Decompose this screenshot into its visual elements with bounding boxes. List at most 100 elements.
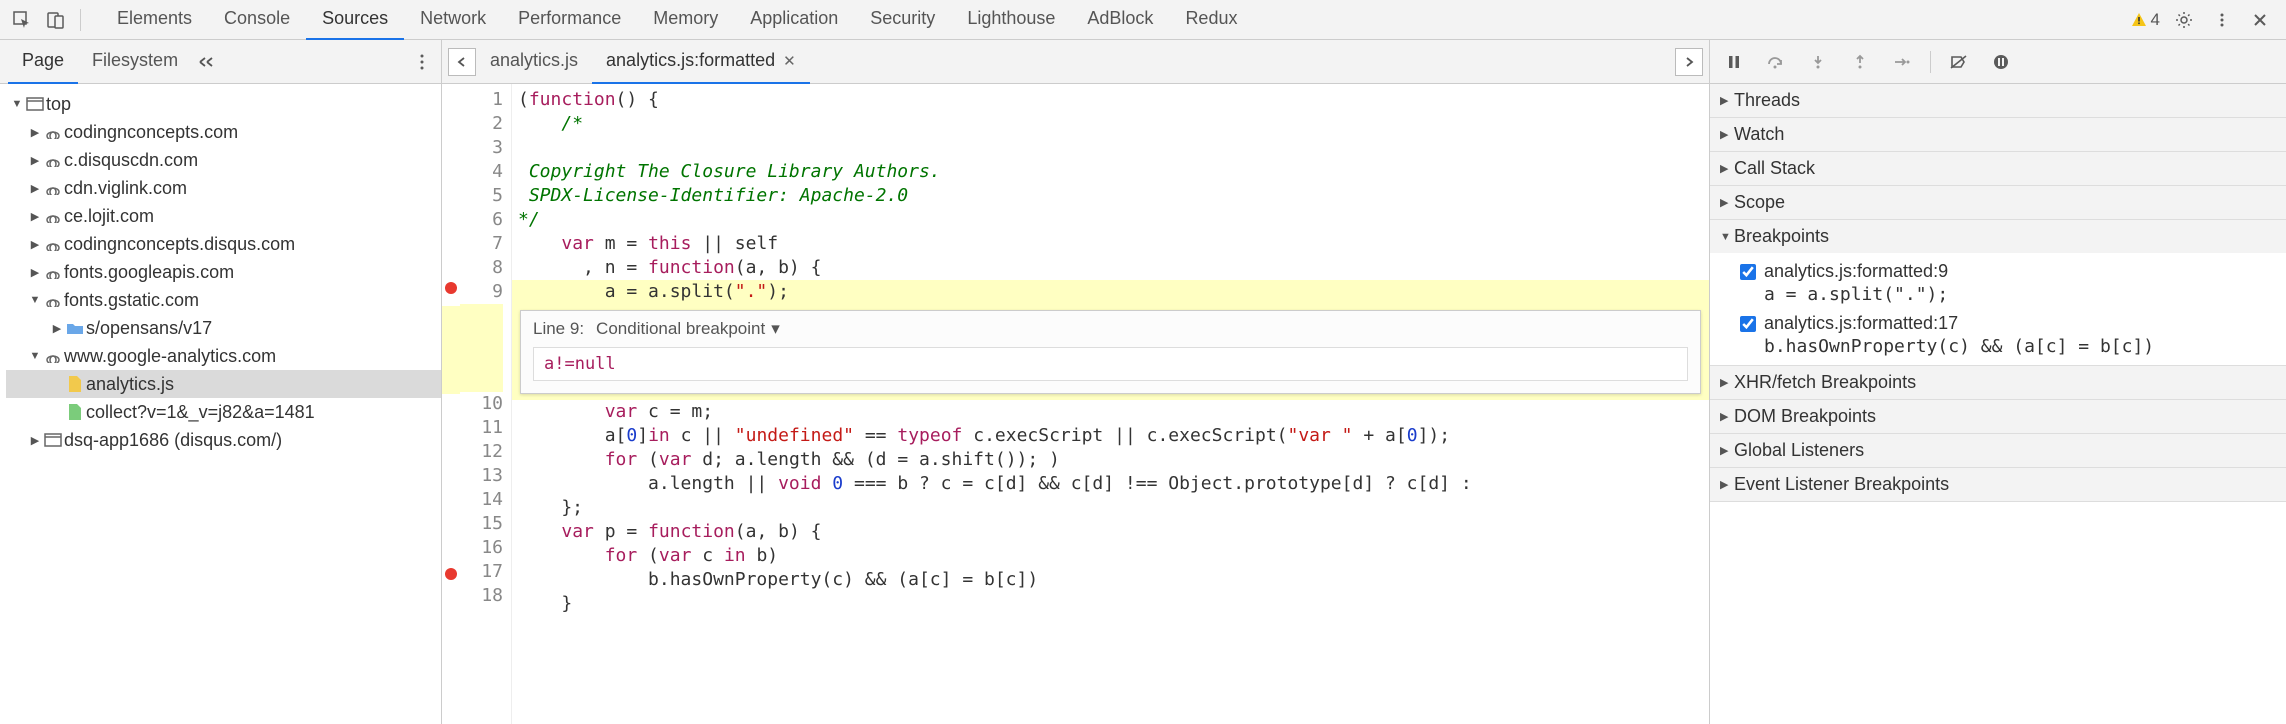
line-number[interactable]: 6	[460, 208, 503, 232]
pause-on-exceptions-icon[interactable]	[1987, 48, 2015, 76]
kebab-menu-icon[interactable]	[2208, 6, 2236, 34]
code-line[interactable]: a = a.split(".");	[512, 280, 1709, 304]
tab-network[interactable]: Network	[404, 0, 502, 40]
tab-lighthouse[interactable]: Lighthouse	[951, 0, 1071, 40]
section-header[interactable]: ▶Watch	[1710, 118, 2286, 151]
file-tab[interactable]: analytics.js:formatted✕	[592, 40, 810, 84]
tree-item[interactable]: analytics.js	[6, 370, 441, 398]
tree-item[interactable]: ▶fonts.googleapis.com	[6, 258, 441, 286]
section-header[interactable]: ▶Event Listener Breakpoints	[1710, 468, 2286, 501]
file-tree[interactable]: ▼top▶codingnconcepts.com▶c.disquscdn.com…	[0, 84, 441, 724]
inspect-element-icon[interactable]	[8, 6, 36, 34]
tab-sources[interactable]: Sources	[306, 0, 404, 40]
line-number[interactable]: 7	[460, 232, 503, 256]
breakpoint-checkbox[interactable]	[1740, 316, 1756, 332]
tab-performance[interactable]: Performance	[502, 0, 637, 40]
nav-forward-icon[interactable]	[1675, 48, 1703, 76]
section-header[interactable]: ▶DOM Breakpoints	[1710, 400, 2286, 433]
line-number[interactable]: 10	[460, 392, 503, 416]
line-number[interactable]: 5	[460, 184, 503, 208]
tab-elements[interactable]: Elements	[101, 0, 208, 40]
tree-item[interactable]: ▶codingnconcepts.com	[6, 118, 441, 146]
breakpoint-item[interactable]: analytics.js:formatted:9a = a.split(".")…	[1710, 257, 2286, 309]
code-line[interactable]: */	[512, 208, 1709, 232]
tree-item[interactable]: ▶ce.lojit.com	[6, 202, 441, 230]
section-header[interactable]: ▶Scope	[1710, 186, 2286, 219]
code-line[interactable]: /*	[512, 112, 1709, 136]
code-line[interactable]: a.length || void 0 === b ? c = c[d] && c…	[512, 472, 1709, 496]
step-out-icon[interactable]	[1846, 48, 1874, 76]
code-line[interactable]	[512, 136, 1709, 160]
file-tab[interactable]: analytics.js	[476, 40, 592, 84]
close-icon[interactable]: ✕	[783, 52, 796, 70]
code-line[interactable]: for (var d; a.length && (d = a.shift());…	[512, 448, 1709, 472]
line-number[interactable]: 14	[460, 488, 503, 512]
tab-application[interactable]: Application	[734, 0, 854, 40]
breakpoint-type-dropdown[interactable]: Conditional breakpoint▾	[596, 319, 780, 339]
line-number[interactable]: 9	[460, 280, 503, 304]
tree-item[interactable]: ▼top	[6, 90, 441, 118]
code-line[interactable]: var c = m;	[512, 400, 1709, 424]
tree-item[interactable]: ▶dsq-app1686 (disqus.com/)	[6, 426, 441, 454]
step-into-icon[interactable]	[1804, 48, 1832, 76]
section-header[interactable]: ▶XHR/fetch Breakpoints	[1710, 366, 2286, 399]
code-line[interactable]: for (var c in b)	[512, 544, 1709, 568]
code-line[interactable]: var p = function(a, b) {	[512, 520, 1709, 544]
tree-item[interactable]: ▶s/opensans/v17	[6, 314, 441, 342]
code-line[interactable]: SPDX-License-Identifier: Apache-2.0	[512, 184, 1709, 208]
close-devtools-icon[interactable]	[2246, 6, 2274, 34]
navigator-tab-page[interactable]: Page	[8, 40, 78, 84]
step-icon[interactable]	[1888, 48, 1916, 76]
code-line[interactable]: };	[512, 496, 1709, 520]
breakpoint-marker[interactable]	[445, 282, 457, 294]
line-number[interactable]: 13	[460, 464, 503, 488]
tree-item[interactable]: ▼fonts.gstatic.com	[6, 286, 441, 314]
code-line[interactable]: var m = this || self	[512, 232, 1709, 256]
tab-redux[interactable]: Redux	[1169, 0, 1253, 40]
tab-security[interactable]: Security	[854, 0, 951, 40]
line-number[interactable]: 18	[460, 584, 503, 608]
line-number[interactable]: 1	[460, 88, 503, 112]
tab-console[interactable]: Console	[208, 0, 306, 40]
section-header[interactable]: ▶Call Stack	[1710, 152, 2286, 185]
navigator-more-icon[interactable]	[198, 55, 216, 69]
tab-adblock[interactable]: AdBlock	[1071, 0, 1169, 40]
deactivate-breakpoints-icon[interactable]	[1945, 48, 1973, 76]
tree-item[interactable]: collect?v=1&_v=j82&a=1481	[6, 398, 441, 426]
tree-item[interactable]: ▶codingnconcepts.disqus.com	[6, 230, 441, 258]
navigator-tab-filesystem[interactable]: Filesystem	[78, 40, 192, 84]
line-number[interactable]: 12	[460, 440, 503, 464]
line-number[interactable]: 16	[460, 536, 503, 560]
section-header[interactable]: ▶Global Listeners	[1710, 434, 2286, 467]
tree-item[interactable]: ▶c.disquscdn.com	[6, 146, 441, 174]
tree-item[interactable]: ▶cdn.viglink.com	[6, 174, 441, 202]
breakpoint-checkbox[interactable]	[1740, 264, 1756, 280]
condition-input[interactable]	[533, 347, 1688, 381]
line-number[interactable]: 17	[460, 560, 503, 584]
tree-item[interactable]: ▼www.google-analytics.com	[6, 342, 441, 370]
step-over-icon[interactable]	[1762, 48, 1790, 76]
navigator-kebab-icon[interactable]	[415, 53, 429, 71]
breakpoint-marker[interactable]	[445, 568, 457, 580]
device-toolbar-icon[interactable]	[42, 6, 70, 34]
line-number[interactable]: 15	[460, 512, 503, 536]
settings-icon[interactable]	[2170, 6, 2198, 34]
line-number[interactable]: 11	[460, 416, 503, 440]
code-line[interactable]: b.hasOwnProperty(c) && (a[c] = b[c])	[512, 568, 1709, 592]
section-header[interactable]: ▼Breakpoints	[1710, 220, 2286, 253]
code-line[interactable]: , n = function(a, b) {	[512, 256, 1709, 280]
code-line[interactable]: (function() {	[512, 88, 1709, 112]
warnings-badge[interactable]: 4	[2131, 10, 2160, 30]
line-number[interactable]: 4	[460, 160, 503, 184]
tab-memory[interactable]: Memory	[637, 0, 734, 40]
code-line[interactable]: }	[512, 592, 1709, 616]
line-number[interactable]: 3	[460, 136, 503, 160]
code-editor[interactable]: 123456789101112131415161718 (function() …	[442, 84, 1709, 724]
code-line[interactable]: Copyright The Closure Library Authors.	[512, 160, 1709, 184]
breakpoint-item[interactable]: analytics.js:formatted:17b.hasOwnPropert…	[1710, 309, 2286, 361]
line-number[interactable]: 8	[460, 256, 503, 280]
line-number[interactable]: 2	[460, 112, 503, 136]
section-header[interactable]: ▶Threads	[1710, 84, 2286, 117]
nav-back-icon[interactable]	[448, 48, 476, 76]
code-line[interactable]: a[0]in c || "undefined" == typeof c.exec…	[512, 424, 1709, 448]
